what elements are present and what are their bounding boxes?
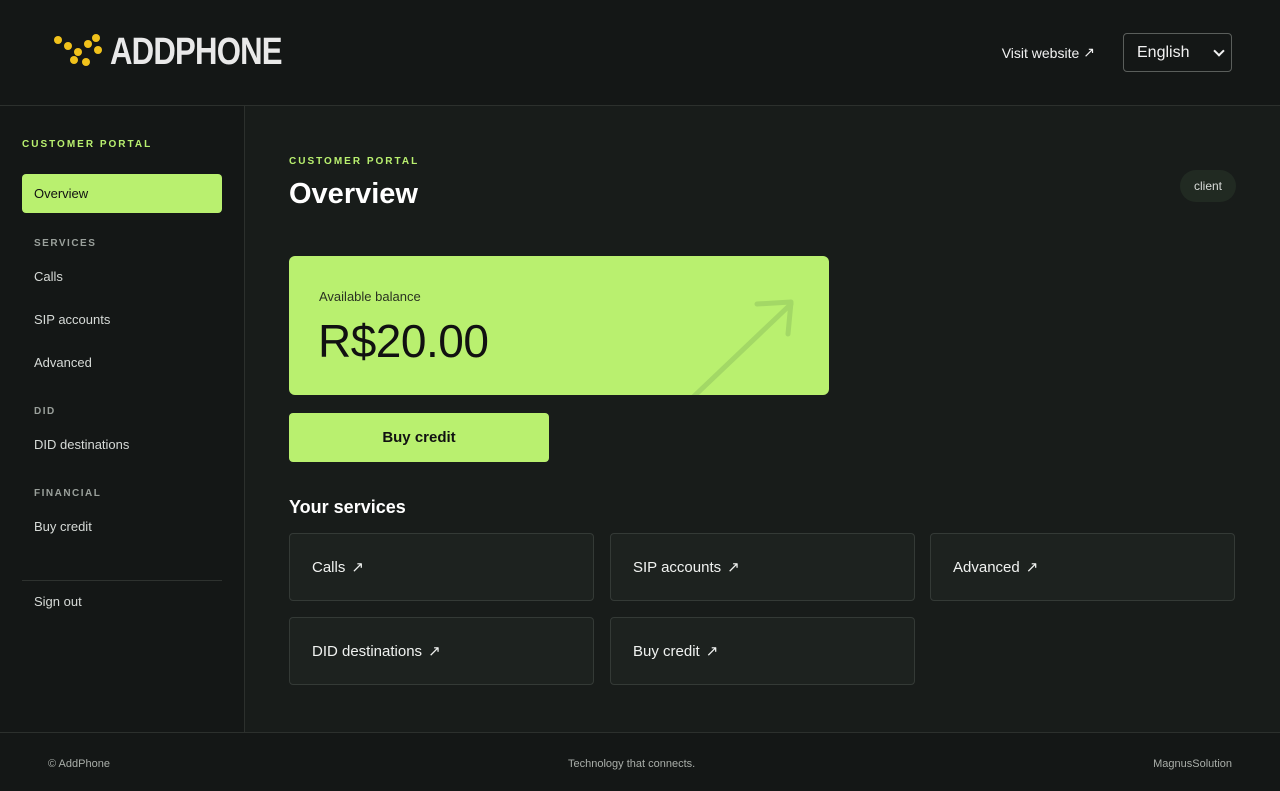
logo-dots-icon bbox=[54, 32, 110, 72]
sidebar-item-sip-accounts[interactable]: SIP accounts bbox=[34, 312, 110, 327]
service-card-advanced[interactable]: Advanced ↗ bbox=[930, 533, 1235, 601]
sidebar-section-did: DID bbox=[34, 406, 56, 417]
service-card-label: Advanced bbox=[953, 558, 1020, 576]
sidebar-item-did-destinations[interactable]: DID destinations bbox=[34, 437, 129, 452]
role-badge: client bbox=[1180, 170, 1236, 202]
sidebar-section-financial: FINANCIAL bbox=[34, 488, 102, 499]
external-arrow-icon: ↗ bbox=[351, 559, 364, 576]
visit-website-link[interactable]: Visit website ↗ bbox=[1002, 44, 1095, 61]
service-card-sip-accounts[interactable]: SIP accounts ↗ bbox=[610, 533, 915, 601]
sidebar: CUSTOMER PORTAL Overview SERVICES Calls … bbox=[0, 106, 245, 732]
sidebar-item-overview[interactable]: Overview bbox=[22, 174, 222, 213]
language-select[interactable]: English bbox=[1123, 33, 1232, 72]
visit-website-label: Visit website bbox=[1001, 44, 1080, 61]
page-title: Overview bbox=[289, 178, 418, 210]
main-content: CUSTOMER PORTAL Overview client Availabl… bbox=[245, 106, 1280, 732]
service-card-calls[interactable]: Calls ↗ bbox=[289, 533, 594, 601]
service-card-label: Buy credit bbox=[633, 642, 700, 660]
external-arrow-icon: ↗ bbox=[428, 643, 441, 660]
sign-out-button[interactable]: Sign out bbox=[34, 594, 82, 609]
external-arrow-icon: ↗ bbox=[705, 643, 719, 660]
service-card-label: Calls bbox=[312, 558, 346, 576]
services-heading: Your services bbox=[289, 497, 406, 517]
footer-copyright: © AddPhone bbox=[48, 758, 110, 770]
balance-value: R$20.00 bbox=[318, 315, 489, 367]
external-arrow-icon: ↗ bbox=[727, 559, 740, 576]
sidebar-item-buy-credit[interactable]: Buy credit bbox=[34, 519, 92, 534]
top-bar: ADDPHONE Visit website ↗ English bbox=[0, 0, 1280, 106]
language-value: English bbox=[1137, 43, 1190, 61]
chevron-down-icon bbox=[1213, 45, 1225, 57]
sidebar-section-services: SERVICES bbox=[34, 238, 97, 249]
service-card-label: SIP accounts bbox=[633, 558, 722, 576]
trend-arrow-icon bbox=[691, 299, 794, 395]
service-card-did-destinations[interactable]: DID destinations ↗ bbox=[289, 617, 594, 685]
footer-credit: MagnusSolution bbox=[1153, 758, 1232, 770]
sidebar-item-advanced[interactable]: Advanced bbox=[34, 355, 92, 370]
service-card-label: DID destinations bbox=[312, 642, 423, 660]
footer-tagline: Technology that connects. bbox=[568, 758, 696, 770]
sidebar-item-calls[interactable]: Calls bbox=[34, 269, 63, 284]
sidebar-divider bbox=[22, 580, 222, 581]
brand-name: ADDPHONE bbox=[110, 30, 283, 73]
footer: © AddPhone Technology that connects. Mag… bbox=[0, 732, 1280, 791]
page-eyebrow: CUSTOMER PORTAL bbox=[289, 156, 420, 167]
external-arrow-icon: ↗ bbox=[1083, 44, 1095, 60]
external-arrow-icon: ↗ bbox=[1025, 559, 1039, 576]
sidebar-title: CUSTOMER PORTAL bbox=[22, 139, 153, 150]
buy-credit-button[interactable]: Buy credit bbox=[289, 413, 549, 462]
balance-card: Available balance R$20.00 bbox=[289, 256, 829, 395]
service-card-buy-credit[interactable]: Buy credit ↗ bbox=[610, 617, 915, 685]
balance-label: Available balance bbox=[319, 289, 421, 304]
brand-logo[interactable]: ADDPHONE bbox=[54, 30, 319, 73]
